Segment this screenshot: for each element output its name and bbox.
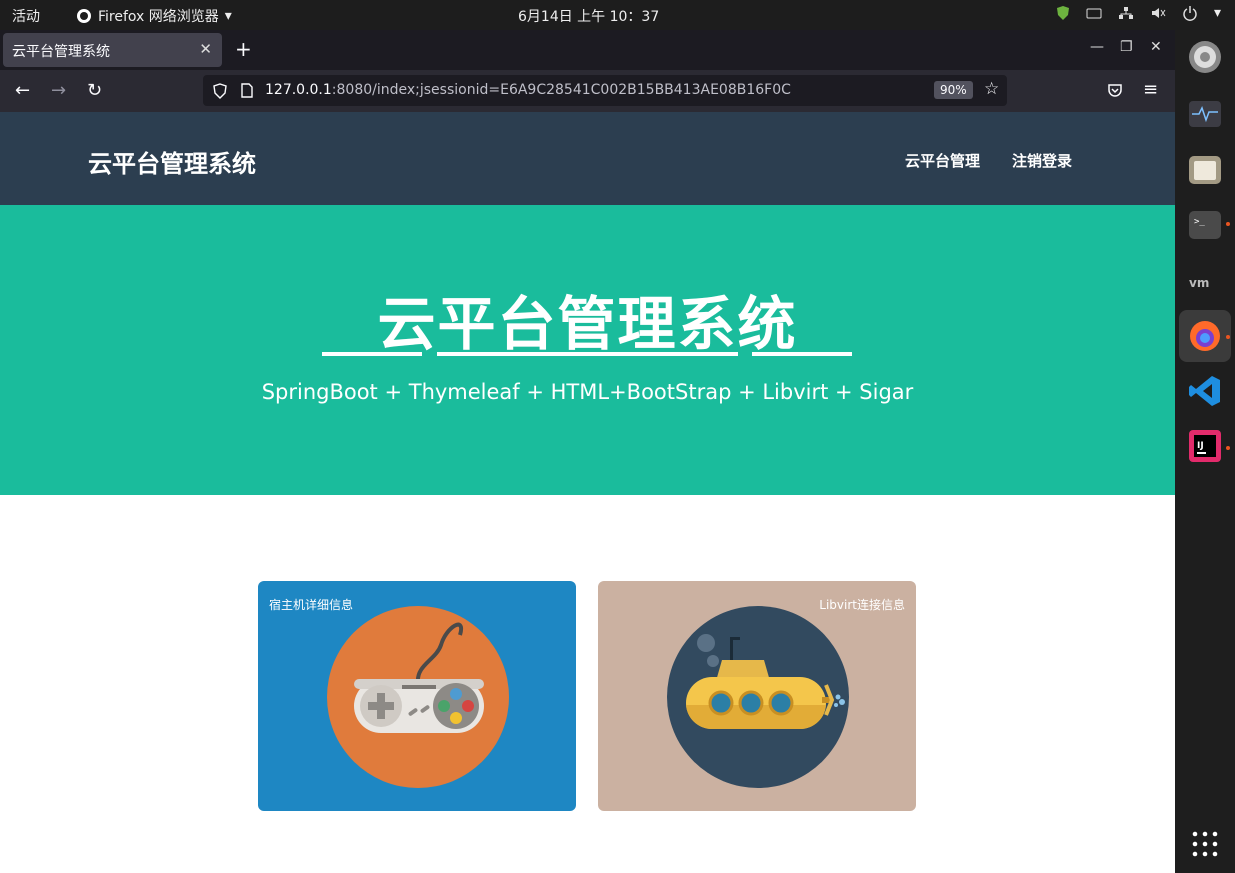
hero-divider xyxy=(752,352,852,356)
running-indicator xyxy=(1226,222,1230,226)
vmware-icon[interactable]: vm xyxy=(1188,265,1222,299)
svg-text:IJ: IJ xyxy=(1197,441,1204,451)
gamepad-icon xyxy=(327,606,509,788)
vscode-icon[interactable] xyxy=(1188,374,1222,408)
web-page: 云平台管理系统 云平台管理 注销登录 云平台管理系统 SpringBoot + … xyxy=(0,112,1175,873)
hero-divider xyxy=(322,352,422,356)
hero-subtitle: SpringBoot + Thymeleaf + HTML+BootStrap … xyxy=(261,380,914,404)
app-menu-label: Firefox 网络浏览器 xyxy=(98,9,219,25)
settings-gear-icon[interactable] xyxy=(1188,40,1222,74)
svg-text:>_: >_ xyxy=(1194,217,1205,227)
back-arrow-icon[interactable]: ← xyxy=(15,80,30,101)
chevron-down-icon: ▾ xyxy=(224,8,232,24)
system-tray[interactable]: ▾ xyxy=(1056,5,1221,21)
nav-link-logout[interactable]: 注销登录 xyxy=(1012,150,1072,171)
menu-icon[interactable]: ≡ xyxy=(1143,79,1158,100)
nav-link-cloud-management[interactable]: 云平台管理 xyxy=(905,150,980,171)
keyboard-icon[interactable] xyxy=(1086,7,1102,19)
network-icon[interactable] xyxy=(1118,6,1134,20)
new-tab-button[interactable]: + xyxy=(235,37,252,61)
tab-title: 云平台管理系统 xyxy=(12,44,110,60)
power-icon[interactable] xyxy=(1182,5,1198,21)
system-monitor-icon[interactable] xyxy=(1188,97,1222,131)
libvirt-connection-card[interactable]: Libvirt连接信息 xyxy=(598,581,916,811)
hero-section: 云平台管理系统 SpringBoot + Thymeleaf + HTML+Bo… xyxy=(0,205,1175,495)
host-details-card[interactable]: 宿主机详细信息 xyxy=(258,581,576,811)
close-tab-icon[interactable]: ✕ xyxy=(199,40,212,58)
url-host: 127.0.0.1 xyxy=(265,82,332,98)
url-text[interactable]: 127.0.0.1:8080/index;jsessionid=E6A9C285… xyxy=(265,82,791,98)
site-header: 云平台管理系统 云平台管理 注销登录 xyxy=(0,112,1175,205)
forward-arrow-icon[interactable]: → xyxy=(51,80,66,101)
navigation-toolbar: ← → ↻ 127.0.0.1:8080/index;jsessionid=E6… xyxy=(0,70,1175,112)
shield-outline-icon[interactable] xyxy=(213,83,227,99)
hero-title: 云平台管理系统 xyxy=(377,290,798,358)
svg-text:vm: vm xyxy=(1189,276,1209,290)
page-icon[interactable] xyxy=(241,83,253,98)
url-bar[interactable]: 127.0.0.1:8080/index;jsessionid=E6A9C285… xyxy=(203,75,1007,106)
restore-button[interactable]: ❐ xyxy=(1120,39,1133,55)
volume-icon[interactable] xyxy=(1150,6,1166,20)
terminal-icon[interactable]: >_ xyxy=(1188,207,1222,241)
shield-icon[interactable] xyxy=(1056,5,1070,21)
tab-strip: 云平台管理系统 ✕ + — ❐ ✕ xyxy=(0,30,1175,70)
browser-tab[interactable]: 云平台管理系统 ✕ xyxy=(3,33,222,67)
running-indicator xyxy=(1226,446,1230,450)
app-grid-icon[interactable] xyxy=(1188,827,1222,861)
clock[interactable]: 6月14日 上午 10：37 xyxy=(518,6,659,26)
app-menu[interactable]: Firefox 网络浏览器 ▾ xyxy=(76,6,232,26)
minimize-button[interactable]: — xyxy=(1090,39,1104,55)
firefox-small-icon xyxy=(77,9,91,23)
running-indicator xyxy=(1226,335,1230,339)
zoom-badge[interactable]: 90% xyxy=(934,81,973,99)
files-icon[interactable] xyxy=(1188,152,1222,186)
hero-divider xyxy=(437,352,738,356)
chevron-down-icon[interactable]: ▾ xyxy=(1214,5,1221,21)
dock: >_ vm IJ xyxy=(1175,30,1235,873)
firefox-icon[interactable] xyxy=(1188,319,1222,353)
site-brand[interactable]: 云平台管理系统 xyxy=(88,144,256,179)
reload-icon[interactable]: ↻ xyxy=(87,80,102,101)
activities-button[interactable]: 活动 xyxy=(12,6,40,26)
pocket-icon[interactable] xyxy=(1107,83,1123,98)
close-window-button[interactable]: ✕ xyxy=(1150,39,1162,55)
bookmark-star-icon[interactable]: ☆ xyxy=(984,79,999,99)
system-top-bar: 活动 Firefox 网络浏览器 ▾ 6月14日 上午 10：37 ▾ xyxy=(0,0,1235,30)
url-path: :8080/index;jsessionid=E6A9C28541C002B15… xyxy=(331,82,791,98)
intellij-icon[interactable]: IJ xyxy=(1188,429,1222,463)
submarine-icon xyxy=(667,606,849,788)
